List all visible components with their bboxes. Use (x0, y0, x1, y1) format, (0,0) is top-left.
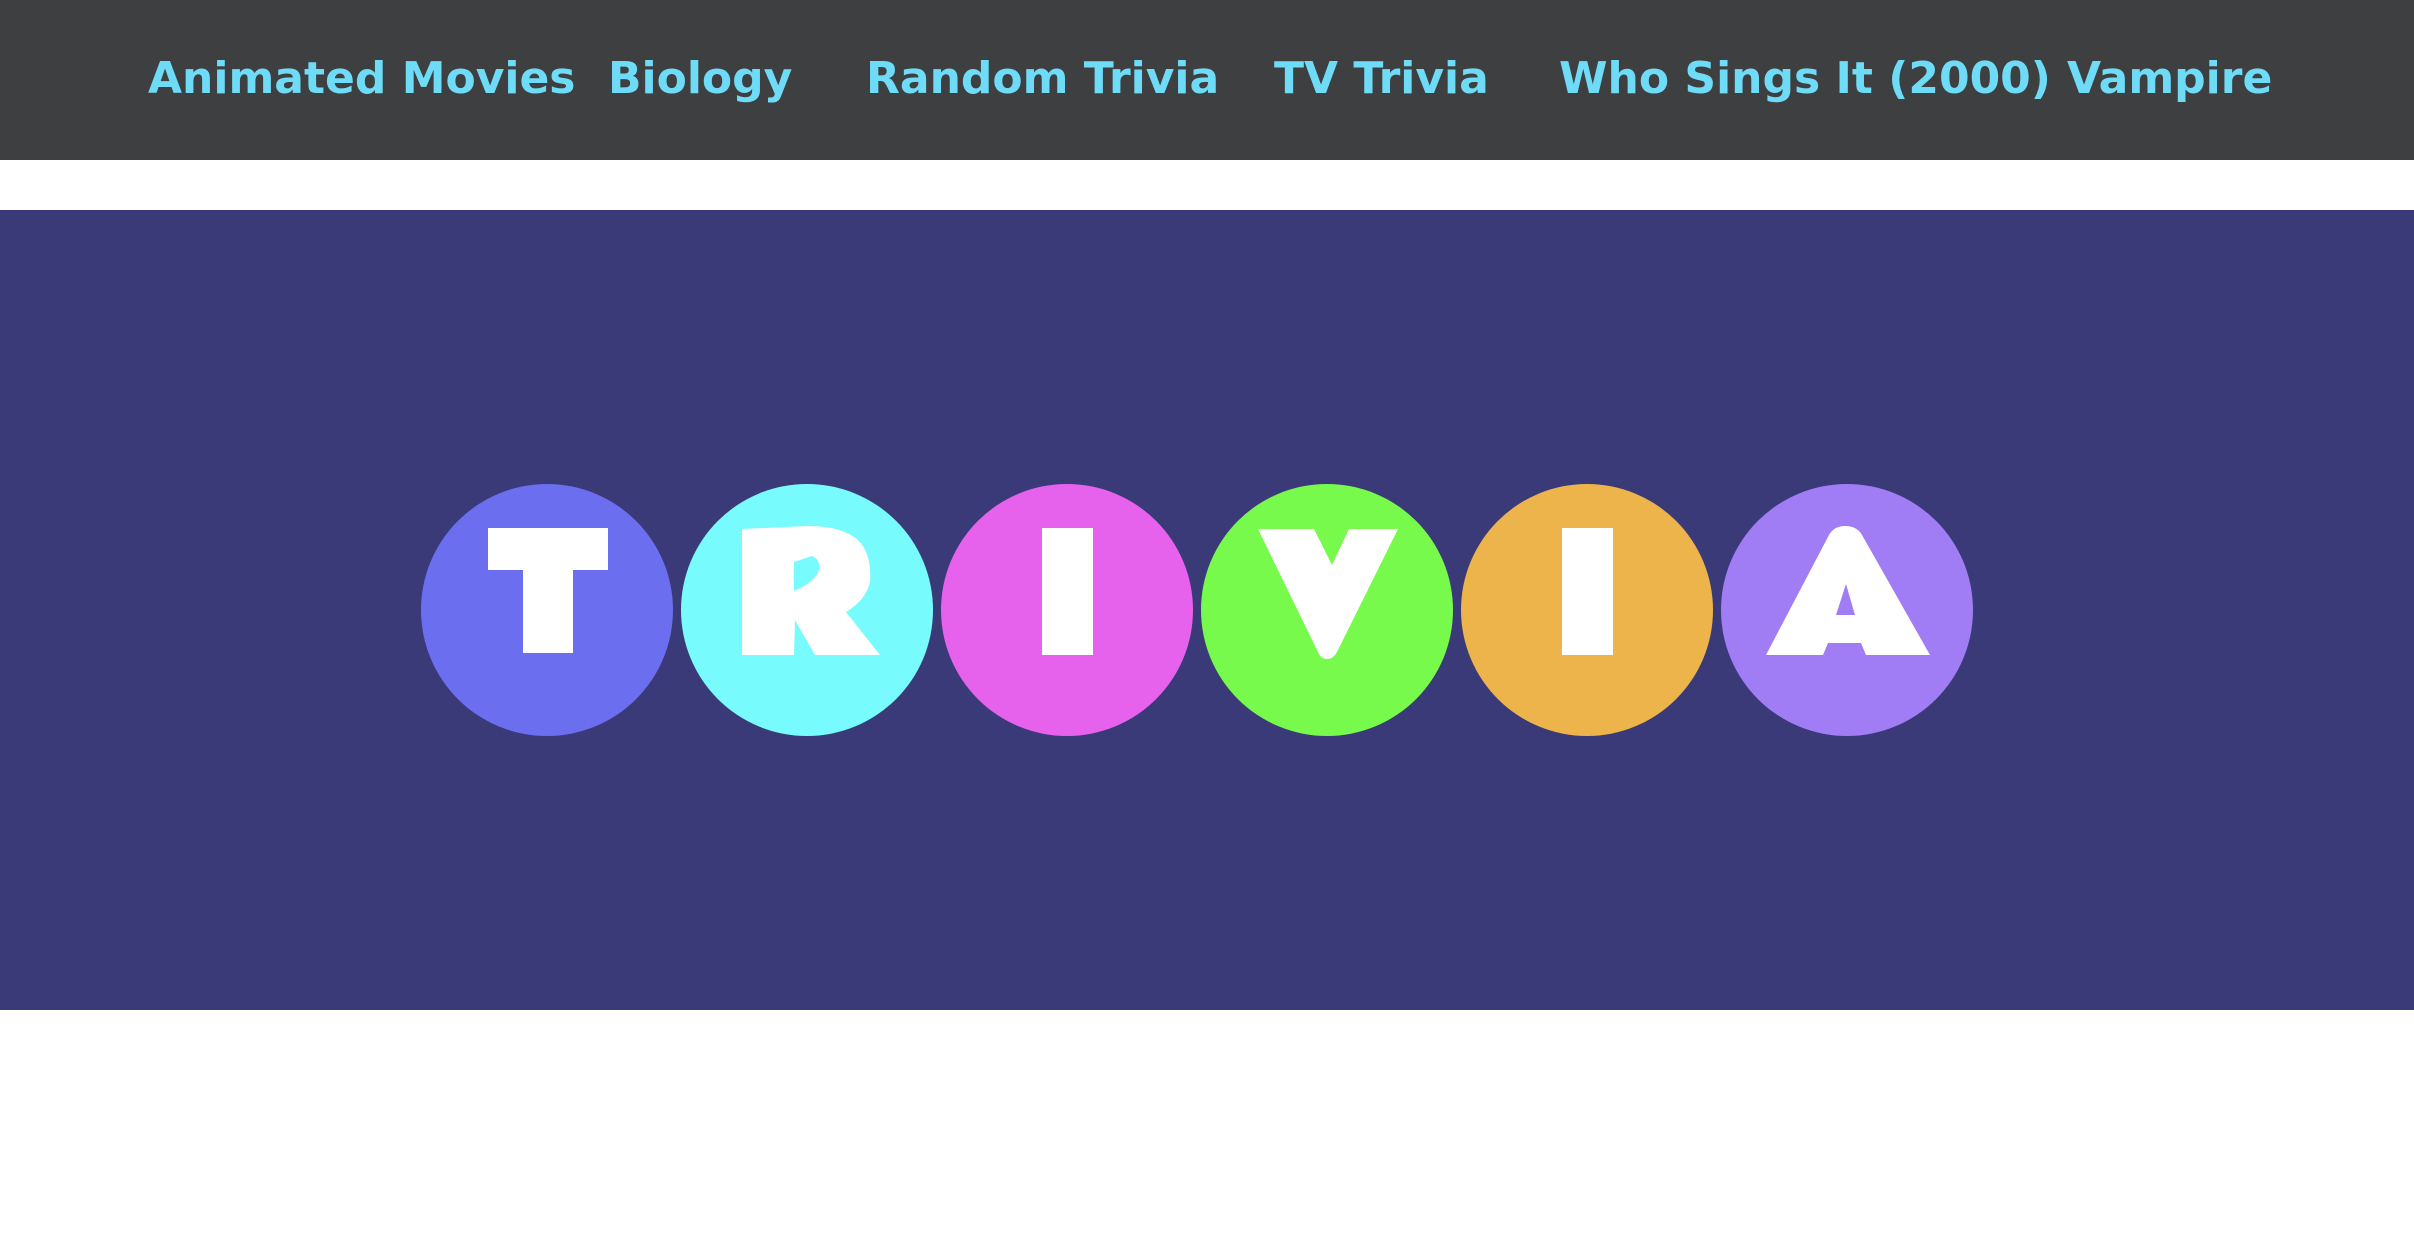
nav-link-animated-movies[interactable]: Animated Movies (148, 48, 576, 110)
nav-link-tv-trivia[interactable]: TV Trivia (1274, 48, 1489, 110)
nav-link-biology[interactable]: Biology (608, 48, 792, 110)
top-navigation-bar: Animated Movies Biology Random Trivia TV… (0, 0, 2414, 160)
trivia-logo (421, 484, 1973, 736)
nav-link-random-trivia[interactable]: Random Trivia (866, 48, 1219, 110)
logo-letter-r (742, 526, 880, 655)
nav-list: Animated Movies Biology Random Trivia TV… (0, 0, 2414, 160)
logo-circle-a (1721, 484, 1973, 736)
hero-banner (0, 210, 2414, 1010)
nav-link-who-sings-it-2000[interactable]: Who Sings It (2000) (1559, 48, 2051, 110)
logo-letter-i-2 (1562, 528, 1613, 655)
nav-link-vampire[interactable]: Vampire (2067, 48, 2272, 110)
logo-letter-i (1042, 528, 1093, 655)
